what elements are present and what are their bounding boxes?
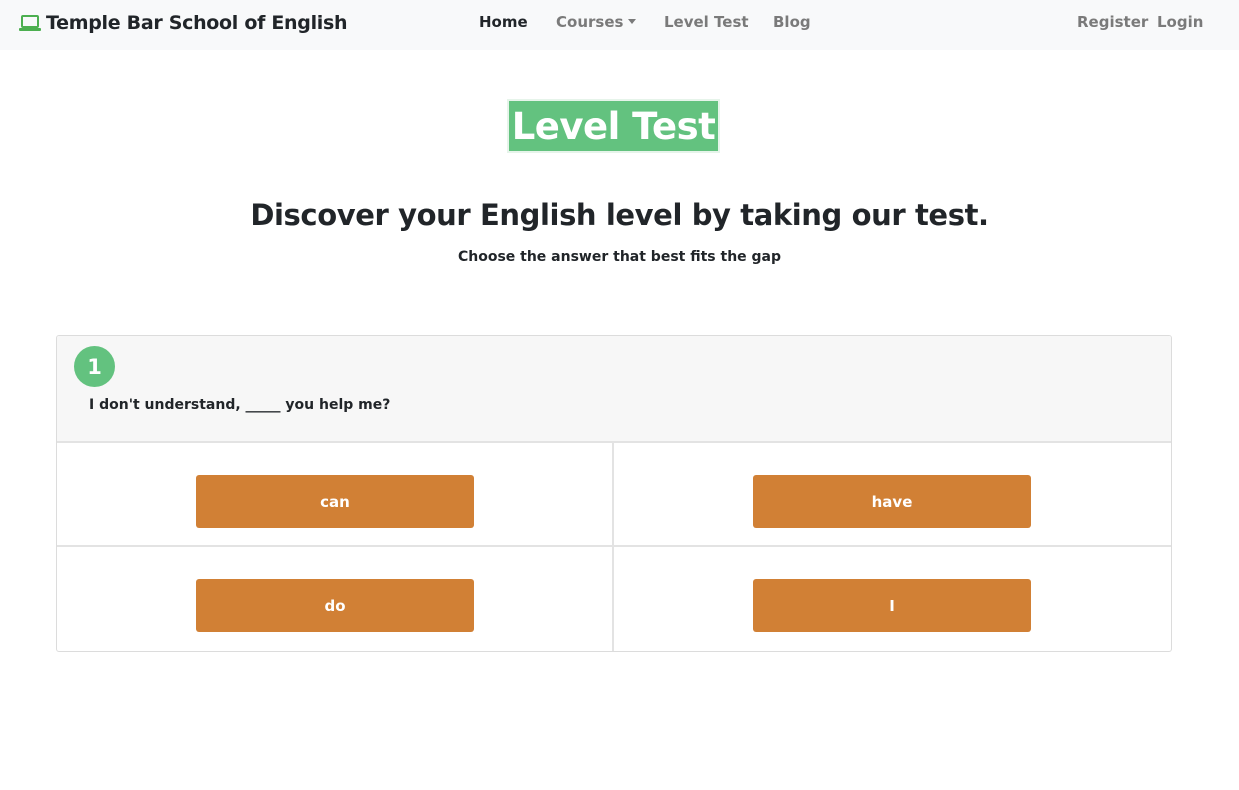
nav-courses[interactable]: Courses — [556, 13, 637, 31]
answer-cell: have — [614, 443, 1171, 547]
nav-courses-label: Courses — [556, 13, 624, 31]
answer-cell: can — [57, 443, 614, 547]
answer-cell: I — [614, 547, 1171, 651]
brand[interactable]: Temple Bar School of English — [19, 10, 348, 36]
answer-button-can[interactable]: can — [196, 475, 474, 528]
instruction-text: Choose the answer that best fits the gap — [457, 249, 782, 265]
answer-grid: can have do I — [57, 443, 1171, 651]
nav-register[interactable]: Register — [1077, 13, 1148, 31]
nav-level-test[interactable]: Level Test — [664, 13, 749, 31]
answer-cell: do — [57, 547, 614, 651]
laptop-icon — [19, 14, 41, 32]
nav-blog[interactable]: Blog — [773, 13, 811, 31]
brand-name: Temple Bar School of English — [46, 12, 348, 34]
question-text: I don't understand, _____ you help me? — [89, 397, 391, 413]
page-title-badge: Level Test — [507, 99, 720, 153]
nav-login[interactable]: Login — [1157, 13, 1203, 31]
caret-down-icon — [628, 19, 637, 24]
navbar: Temple Bar School of English Home Course… — [0, 0, 1239, 50]
answer-button-do[interactable]: do — [196, 579, 474, 632]
headline: Discover your English level by taking ou… — [250, 198, 989, 232]
answer-button-have[interactable]: have — [753, 475, 1031, 528]
question-number-badge: 1 — [74, 346, 115, 387]
question-card: 1 I don't understand, _____ you help me?… — [56, 335, 1172, 652]
nav-home[interactable]: Home — [479, 13, 528, 31]
question-header: 1 I don't understand, _____ you help me? — [57, 336, 1171, 443]
answer-button-i[interactable]: I — [753, 579, 1031, 632]
page-title: Level Test — [511, 104, 716, 148]
